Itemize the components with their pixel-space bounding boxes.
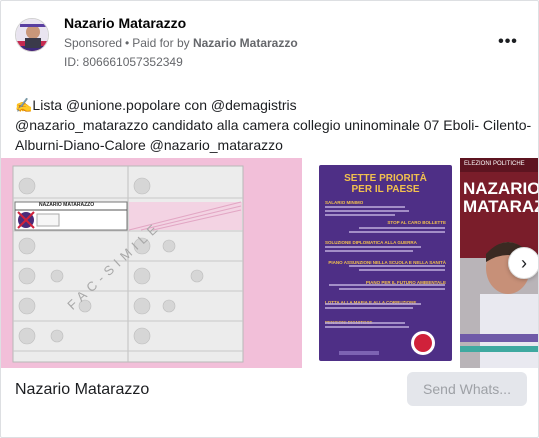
- media-carousel[interactable]: NAZARIO MATARAZZO FAC-SIMILE SETTE PRIOR…: [1, 158, 539, 368]
- advertiser-name[interactable]: Nazario Matarazzo: [64, 15, 186, 31]
- more-options-button[interactable]: •••: [493, 31, 523, 53]
- ad-body-text: ✍️Lista @unione.popolare con @demagistri…: [15, 95, 535, 155]
- poster-candidate-name: NAZARIO MATARAZZO: [463, 179, 539, 216]
- chevron-right-icon: ›: [521, 252, 527, 273]
- poster-top-label: ELEZIONI POLITICHE: [464, 161, 525, 167]
- paid-for-name: Nazario Matarazzo: [192, 36, 298, 50]
- priorities-decoration: [325, 206, 445, 355]
- more-icon: •••: [498, 33, 518, 50]
- ballot-candidate-name: NAZARIO MATARAZZO: [39, 202, 95, 208]
- carousel-slide-ballot[interactable]: NAZARIO MATARAZZO FAC-SIMILE: [1, 158, 302, 368]
- avatar-image: [16, 19, 48, 51]
- ad-headline[interactable]: Nazario Matarazzo: [15, 381, 149, 399]
- ad-card: Nazario Matarazzo Sponsored • Paid for by …: [0, 0, 539, 438]
- paid-for-prefix: Paid for by: [132, 36, 190, 50]
- sponsored-label: Sponsored: [64, 36, 123, 50]
- body-line-3: Alburni-Diano-Calore @nazario_matarazzo: [15, 137, 283, 153]
- advertiser-avatar[interactable]: [15, 18, 49, 52]
- carousel-next-button[interactable]: ›: [508, 247, 538, 279]
- body-line-1: ✍️Lista @unione.popolare con @demagistri…: [15, 97, 297, 113]
- body-line-2: @nazario_matarazzo candidato alla camera…: [15, 117, 532, 133]
- ballot-facsimile-image: [12, 165, 244, 363]
- send-whatsapp-button[interactable]: Send Whats...: [407, 372, 527, 406]
- carousel-slide-priorities[interactable]: SETTE PRIORITÀ PER IL PAESE SALARIO MINI…: [319, 165, 452, 361]
- separator-dot: •: [125, 36, 130, 50]
- sponsored-meta: Sponsored • Paid for by Nazario Matarazzo: [64, 36, 298, 50]
- ad-id: ID: 806661057352349: [64, 55, 183, 69]
